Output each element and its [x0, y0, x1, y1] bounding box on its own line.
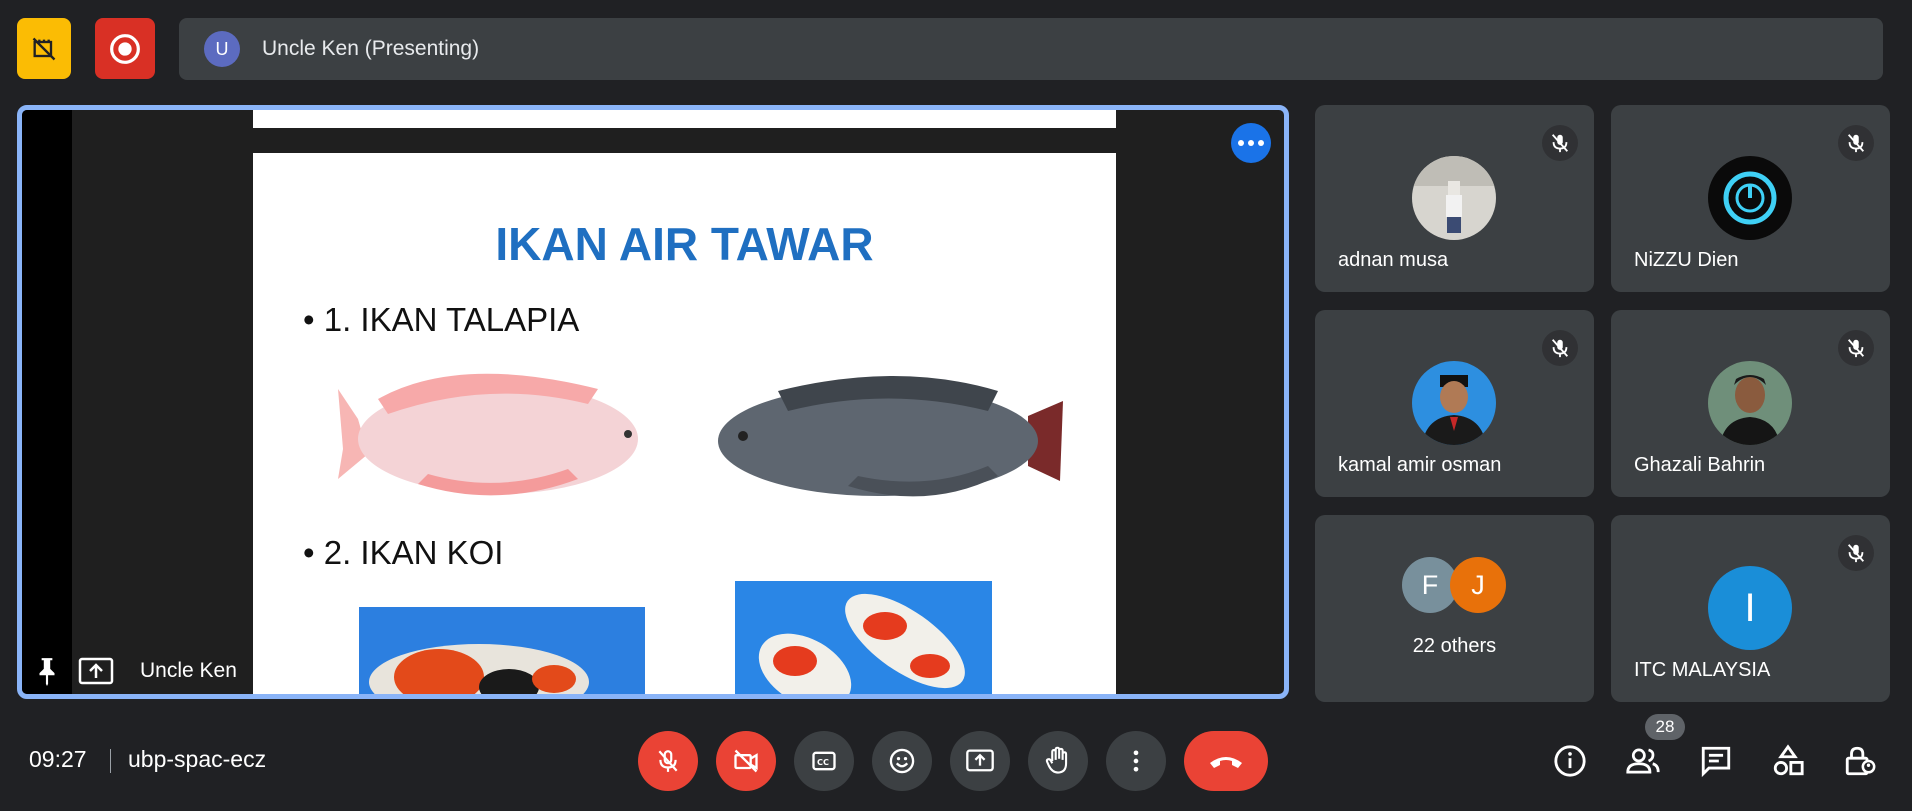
people-button[interactable] [1622, 740, 1664, 782]
chat-button[interactable] [1695, 740, 1737, 782]
mic-off-icon [1838, 535, 1874, 571]
meeting-details-button[interactable] [1549, 740, 1591, 782]
slide-title: IKAN AIR TAWAR [495, 218, 874, 270]
pink-tilapia-image [338, 373, 638, 496]
call-end-icon [1210, 757, 1242, 768]
previous-slide-edge [253, 110, 1116, 128]
presenter-bar: U Uncle Ken (Presenting) [179, 18, 1883, 80]
camera-off-icon [734, 749, 758, 773]
host-controls-button[interactable] [1839, 740, 1881, 782]
grey-tilapia-image [718, 376, 1063, 497]
chat-icon [1701, 746, 1731, 778]
slide-bullet: • 2. IKAN KOI [303, 534, 504, 571]
presenter-avatar: U [204, 31, 240, 67]
mic-off-icon [1838, 125, 1874, 161]
mic-off-icon [1542, 125, 1578, 161]
presenter-label: Uncle Ken (Presenting) [262, 37, 480, 60]
activities-button[interactable] [1767, 740, 1809, 782]
participant-name: NiZZU Dien [1634, 249, 1739, 271]
mic-off-icon [1838, 330, 1874, 366]
more-dots-icon [1238, 140, 1244, 146]
presentation-slide: IKAN AIR TAWAR • 1. IKAN TALAPIA • 2. IK… [253, 153, 1116, 694]
camera-button[interactable] [716, 731, 776, 791]
reactions-button[interactable] [872, 731, 932, 791]
participant-avatar [1412, 156, 1496, 240]
others-tile[interactable]: F J 22 others [1315, 515, 1594, 702]
emoji-icon [889, 748, 915, 774]
svg-text:CC: CC [817, 757, 829, 767]
participant-avatar: I [1708, 566, 1792, 650]
participant-name: adnan musa [1338, 249, 1449, 271]
more-options-button[interactable] [1231, 123, 1271, 163]
present-to-all-icon [78, 657, 114, 685]
participant-avatar [1708, 361, 1792, 445]
recording-button[interactable] [95, 18, 155, 79]
record-icon [110, 33, 140, 64]
stage-footer: Uncle Ken [34, 656, 237, 686]
slide-bullet: • 1. IKAN TALAPIA [303, 301, 580, 338]
present-now-button[interactable] [950, 731, 1010, 791]
participant-tile[interactable]: NiZZU Dien [1611, 105, 1890, 292]
participant-name: Ghazali Bahrin [1634, 454, 1766, 476]
no-camera-frame-icon [32, 37, 56, 60]
raise-hand-button[interactable] [1028, 731, 1088, 791]
participant-avatar [1412, 361, 1496, 445]
participant-tile[interactable]: adnan musa [1315, 105, 1594, 292]
participant-tile[interactable]: Ghazali Bahrin [1611, 310, 1890, 497]
lock-person-icon [1845, 746, 1876, 776]
mic-off-icon [1542, 330, 1578, 366]
present-to-all-icon [966, 749, 994, 772]
microphone-button[interactable] [638, 731, 698, 791]
divider [110, 749, 111, 773]
pin-icon[interactable] [34, 656, 60, 686]
meeting-code: ubp-spac-ecz [128, 746, 267, 772]
meeting-clock: 09:27 [29, 746, 87, 772]
presentation-stage[interactable]: IKAN AIR TAWAR • 1. IKAN TALAPIA • 2. IK… [17, 105, 1289, 699]
participant-name: kamal amir osman [1338, 454, 1502, 476]
hand-icon [1045, 746, 1068, 774]
people-icon [1626, 748, 1660, 774]
captions-button[interactable]: CC [794, 731, 854, 791]
participant-avatar: J [1450, 557, 1506, 613]
participant-tile[interactable]: kamal amir osman [1315, 310, 1594, 497]
no-preview-button[interactable] [17, 18, 71, 79]
more-options-button[interactable] [1106, 731, 1166, 791]
participant-name: ITC MALAYSIA [1634, 659, 1771, 681]
people-count-badge: 28 [1645, 714, 1685, 740]
closed-captions-icon: CC [812, 751, 836, 771]
koi-fish-pair-image [735, 581, 992, 694]
mic-off-icon [658, 750, 678, 772]
leave-call-button[interactable] [1184, 731, 1268, 791]
koi-fish-image [359, 607, 645, 694]
participant-tile[interactable]: I ITC MALAYSIA [1611, 515, 1890, 702]
others-count-label: 22 others [1412, 635, 1497, 657]
more-vert-icon [1133, 750, 1139, 772]
info-icon [1554, 745, 1586, 777]
power-logo-avatar [1708, 156, 1792, 240]
presenter-name: Uncle Ken [140, 659, 237, 682]
shapes-icon [1773, 744, 1804, 776]
